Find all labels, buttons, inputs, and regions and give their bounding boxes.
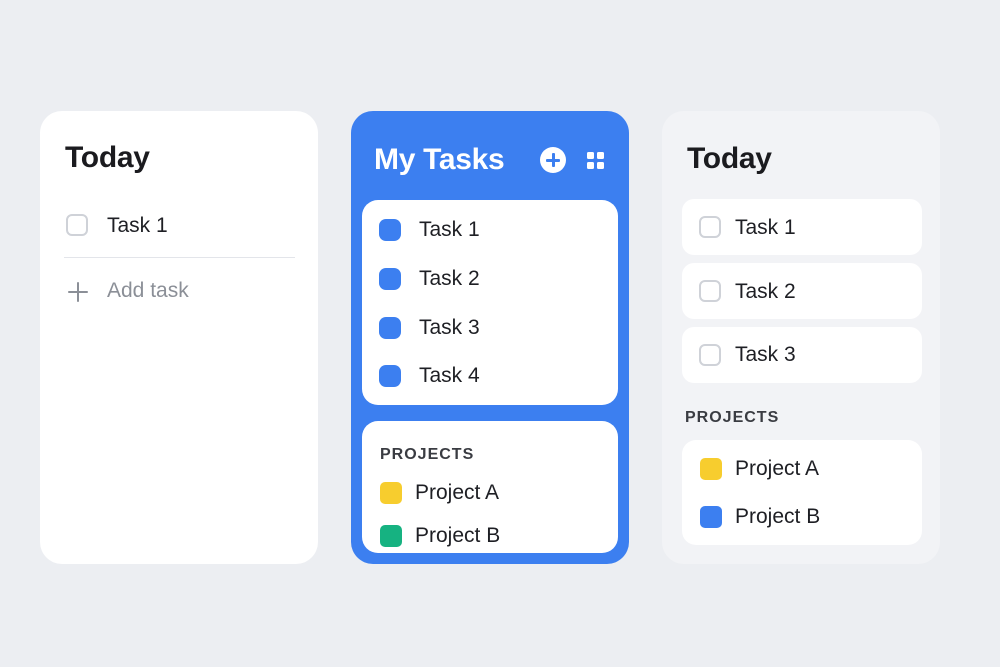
project-label[interactable]: Project A: [735, 457, 819, 481]
add-task-button[interactable]: Add task: [107, 279, 189, 303]
today-card-grouped: Today Task 1 Task 2 Task 3 PROJECTS Proj…: [662, 111, 940, 564]
grid-icon[interactable]: [587, 152, 604, 169]
project-color-icon: [380, 482, 402, 504]
task-checkbox[interactable]: [66, 214, 88, 236]
task-checkbox[interactable]: [699, 344, 721, 366]
project-color-icon: [700, 506, 722, 528]
task-dot-icon[interactable]: [379, 219, 401, 241]
task-label[interactable]: Task 1: [735, 216, 796, 240]
task-row[interactable]: Task 1: [682, 199, 922, 255]
task-checkbox[interactable]: [699, 280, 721, 302]
task-dot-icon[interactable]: [379, 317, 401, 339]
project-label[interactable]: Project B: [735, 505, 820, 529]
task-label[interactable]: Task 2: [419, 267, 480, 291]
task-row[interactable]: Task 3: [682, 327, 922, 383]
today-card-simple: Today Task 1 Add task: [40, 111, 318, 564]
task-checkbox[interactable]: [699, 216, 721, 238]
task-label[interactable]: Task 3: [419, 316, 480, 340]
project-label[interactable]: Project A: [415, 481, 499, 505]
project-color-icon: [380, 525, 402, 547]
task-list: Task 1 Task 2 Task 3 Task 4: [362, 200, 618, 405]
page-title: Today: [687, 142, 772, 175]
section-heading: PROJECTS: [685, 409, 780, 426]
project-color-icon: [700, 458, 722, 480]
task-dot-icon[interactable]: [379, 268, 401, 290]
plus-icon[interactable]: [67, 281, 89, 303]
divider: [64, 257, 295, 258]
task-row[interactable]: Task 2: [682, 263, 922, 319]
page-title: My Tasks: [374, 143, 505, 176]
projects-list: Project A Project B: [682, 440, 922, 545]
task-label[interactable]: Task 3: [735, 343, 796, 367]
section-heading: PROJECTS: [380, 446, 475, 463]
page-title: Today: [65, 141, 150, 174]
task-dot-icon[interactable]: [379, 365, 401, 387]
plus-circle-icon[interactable]: [540, 147, 566, 173]
my-tasks-card: My Tasks Task 1 Task 2 Task 3 Task 4 PRO…: [351, 111, 629, 564]
task-label[interactable]: Task 4: [419, 364, 480, 388]
task-label[interactable]: Task 2: [735, 280, 796, 304]
project-label[interactable]: Project B: [415, 524, 500, 548]
task-label[interactable]: Task 1: [107, 214, 168, 238]
projects-list: PROJECTS Project A Project B: [362, 421, 618, 553]
task-label[interactable]: Task 1: [419, 218, 480, 242]
